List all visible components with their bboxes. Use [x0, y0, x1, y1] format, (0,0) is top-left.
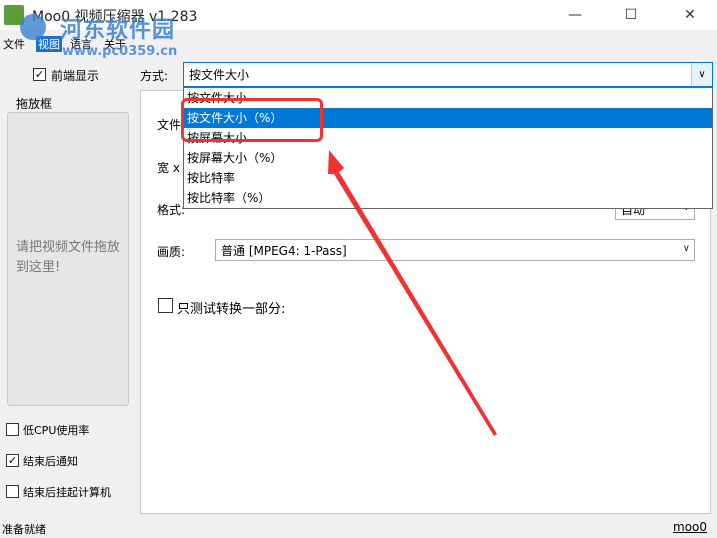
- status-text: 准备就绪: [2, 523, 46, 536]
- annotation-arrow: [328, 150, 497, 436]
- moo0-link[interactable]: moo0: [673, 520, 707, 534]
- arrow-shape: [328, 150, 497, 436]
